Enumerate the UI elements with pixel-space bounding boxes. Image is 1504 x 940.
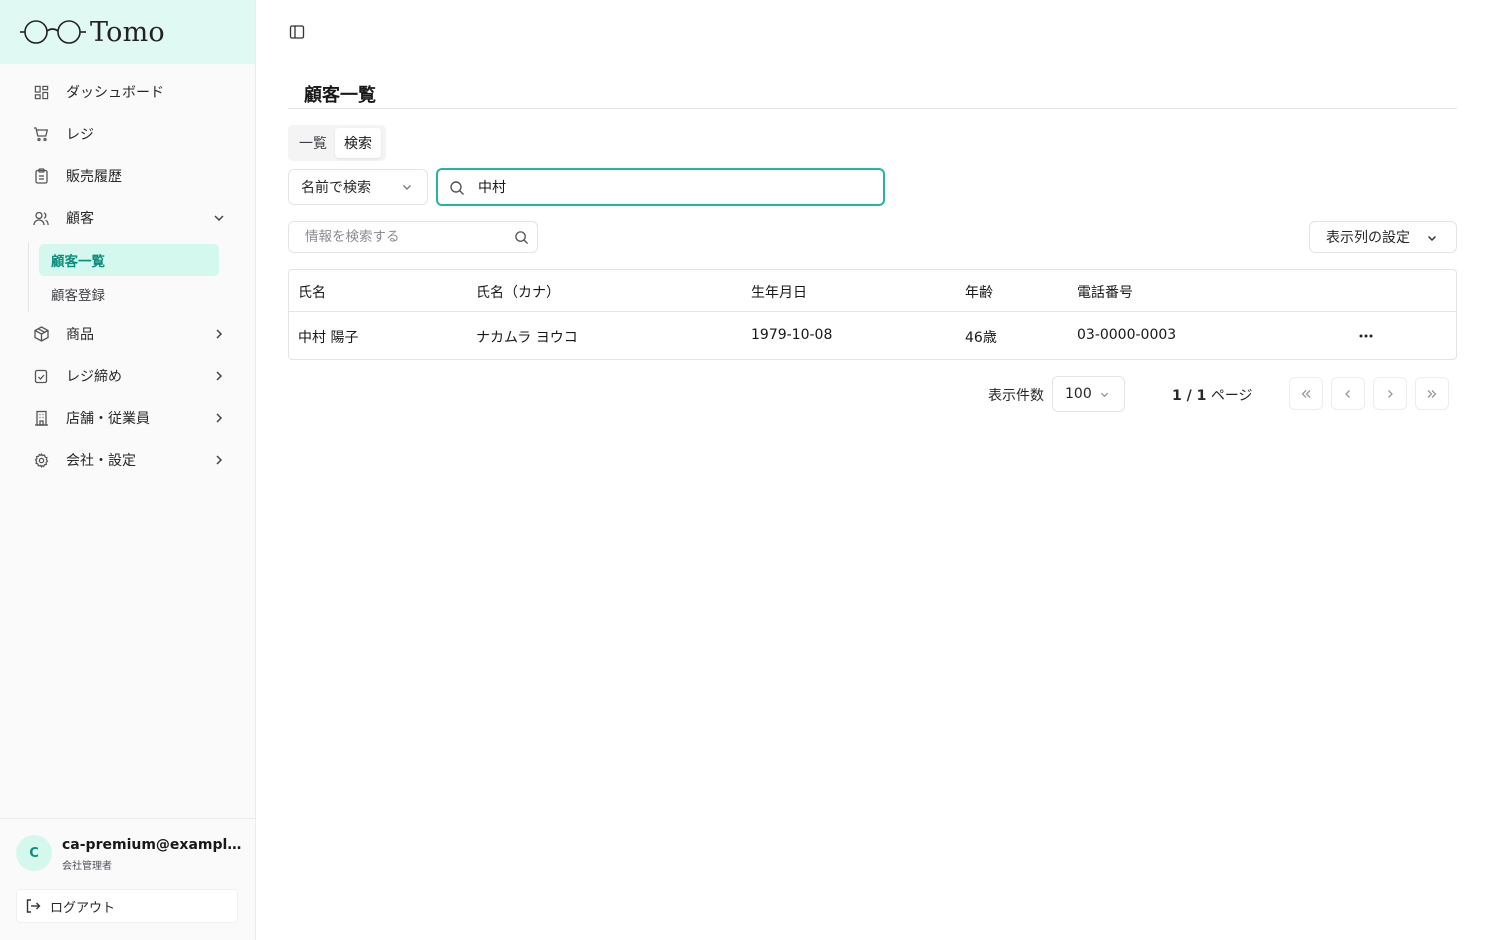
more-horizontal-icon xyxy=(1359,334,1373,338)
page-indicator: 1 / 1 ページ xyxy=(1172,385,1253,405)
tab-list[interactable]: 一覧 xyxy=(291,128,335,158)
chevron-right-icon xyxy=(216,455,223,465)
last-page-button[interactable] xyxy=(1415,377,1449,410)
customer-search-input[interactable] xyxy=(478,179,868,195)
customer-search-box xyxy=(436,168,885,206)
logo-bar: Tomo xyxy=(0,0,255,64)
column-header-phone[interactable]: 電話番号 xyxy=(1077,282,1133,302)
user-role: 会社管理者 xyxy=(62,861,112,872)
info-search-box xyxy=(288,221,538,253)
sidebar-item-label: レジ締め xyxy=(66,369,122,385)
sidebar-item-stores-staff[interactable]: 店舗・従業員 xyxy=(24,400,234,436)
sidebar-toggle-icon[interactable] xyxy=(289,24,305,40)
page-title: 顧客一覧 xyxy=(304,85,376,106)
main-content: 顧客一覧 一覧 検索 名前で検索 表示列の設定 氏名 氏名（カナ） 生年月日 年… xyxy=(256,0,1504,940)
dashboard-icon xyxy=(33,84,49,100)
sidebar-item-sales-history[interactable]: 販売履歴 xyxy=(24,158,234,194)
cell-age: 46歳 xyxy=(965,330,997,346)
cell-name: 中村 陽子 xyxy=(298,330,359,346)
row-actions-button[interactable] xyxy=(1356,328,1376,344)
page-size-select[interactable]: 100 xyxy=(1052,376,1125,412)
column-header-name[interactable]: 氏名 xyxy=(298,282,326,302)
chevron-down-icon xyxy=(1427,235,1437,242)
column-header-kana[interactable]: 氏名（カナ） xyxy=(476,282,560,302)
cell-phone: 03-0000-0003 xyxy=(1077,327,1177,343)
sidebar-item-register[interactable]: レジ xyxy=(24,116,234,152)
sidebar-item-company-settings[interactable]: 会社・設定 xyxy=(24,442,234,478)
clipboard-check-icon xyxy=(33,368,49,384)
logout-label: ログアウト xyxy=(50,900,116,916)
info-search-input[interactable] xyxy=(305,229,505,245)
chevrons-left-icon xyxy=(1301,389,1311,398)
sidebar-item-label: 会社・設定 xyxy=(66,453,136,469)
sidebar-item-register-close[interactable]: レジ締め xyxy=(24,358,234,394)
customer-table: 氏名 氏名（カナ） 生年月日 年齢 電話番号 中村 陽子 ナカムラ ヨウコ 19… xyxy=(288,269,1457,360)
sidebar: Tomo ダッシュボード レジ 販売履歴 顧客 顧客一覧 顧客登録 商品 レジ締… xyxy=(0,0,256,940)
page-current: 1 xyxy=(1172,388,1182,404)
chevron-right-icon xyxy=(216,371,223,381)
search-icon xyxy=(515,231,529,245)
chevron-right-icon xyxy=(216,413,223,423)
chevron-down-icon xyxy=(1100,392,1109,398)
gear-icon xyxy=(33,452,49,468)
first-page-button[interactable] xyxy=(1289,377,1323,410)
chevron-down-icon xyxy=(214,215,224,222)
sidebar-item-label: 商品 xyxy=(66,327,94,343)
cart-icon xyxy=(33,126,49,142)
clipboard-icon xyxy=(33,168,49,184)
search-icon xyxy=(450,181,464,195)
logout-button[interactable]: ログアウト xyxy=(16,889,238,923)
users-icon xyxy=(33,210,49,226)
page-total: 1 xyxy=(1196,388,1207,404)
tab-search[interactable]: 検索 xyxy=(335,128,381,158)
column-header-age[interactable]: 年齢 xyxy=(965,282,993,302)
title-divider xyxy=(288,108,1457,109)
avatar: C xyxy=(16,835,52,871)
column-settings-button[interactable]: 表示列の設定 xyxy=(1309,221,1457,253)
chevron-right-icon xyxy=(1388,389,1393,398)
cell-kana: ナカムラ ヨウコ xyxy=(476,330,578,346)
search-field-select[interactable]: 名前で検索 xyxy=(288,169,428,205)
sidebar-item-label: 店舗・従業員 xyxy=(66,411,150,427)
subnav-line xyxy=(28,242,29,312)
glasses-logo-icon xyxy=(20,20,86,44)
sidebar-item-customers[interactable]: 顧客 xyxy=(24,200,234,236)
column-header-birthdate[interactable]: 生年月日 xyxy=(751,282,807,302)
logout-icon xyxy=(26,899,41,913)
sidebar-item-label: レジ xyxy=(66,127,94,143)
chevron-left-icon xyxy=(1345,389,1350,398)
sidebar-subitem-customer-register[interactable]: 顧客登録 xyxy=(39,278,219,310)
chevron-right-icon xyxy=(216,329,223,339)
page-suffix: ページ xyxy=(1206,388,1253,404)
page-separator: / xyxy=(1181,388,1197,404)
logo-text: Tomo xyxy=(90,16,165,48)
previous-page-button[interactable] xyxy=(1331,377,1365,410)
sidebar-item-label: 販売履歴 xyxy=(66,169,122,185)
sidebar-subitem-customer-list[interactable]: 顧客一覧 xyxy=(39,244,219,276)
sidebar-item-label: ダッシュボード xyxy=(66,85,164,101)
page-size-label: 表示件数 xyxy=(988,388,1044,404)
sidebar-item-products[interactable]: 商品 xyxy=(24,316,234,352)
page-size-value: 100 xyxy=(1065,386,1092,402)
search-field-select-value: 名前で検索 xyxy=(301,180,371,196)
table-row[interactable]: 中村 陽子 ナカムラ ヨウコ 1979-10-08 46歳 03-0000-00… xyxy=(289,312,1456,360)
chevrons-right-icon xyxy=(1427,389,1437,398)
next-page-button[interactable] xyxy=(1373,377,1407,410)
column-settings-label: 表示列の設定 xyxy=(1326,230,1410,246)
cell-birthdate: 1979-10-08 xyxy=(751,327,833,343)
user-email: ca-premium@example.... xyxy=(62,837,242,853)
chevron-down-icon xyxy=(403,185,411,190)
building-icon xyxy=(33,410,49,426)
sidebar-item-dashboard[interactable]: ダッシュボード xyxy=(24,74,234,110)
sidebar-item-label: 顧客 xyxy=(66,211,94,227)
view-tabs: 一覧 検索 xyxy=(288,125,386,161)
package-icon xyxy=(33,326,49,342)
user-area: C ca-premium@example.... 会社管理者 ログアウト xyxy=(0,818,255,940)
